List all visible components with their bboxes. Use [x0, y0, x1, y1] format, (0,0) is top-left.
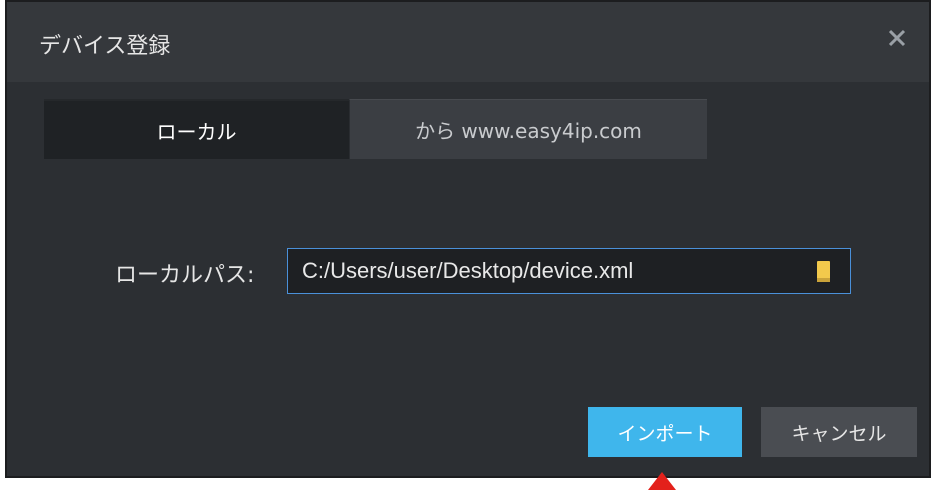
local-path-input[interactable]: C:/Users/user/Desktop/device.xml: [287, 248, 851, 294]
close-icon[interactable]: [879, 20, 915, 56]
local-path-label: ローカルパス:: [115, 263, 255, 288]
tab-local-label: ローカル: [156, 119, 237, 144]
source-tabs: ローカル から www.easy4ip.com: [44, 99, 707, 159]
folder-icon[interactable]: [816, 260, 832, 284]
device-registration-dialog: デバイス登録 ローカル から www.easy4ip.com ローカルパス: C…: [5, 0, 931, 478]
tab-easy4ip[interactable]: から www.easy4ip.com: [349, 99, 707, 159]
dialog-title: デバイス登録: [39, 34, 171, 59]
import-button[interactable]: インポート: [588, 407, 742, 457]
tab-easy4ip-label: から www.easy4ip.com: [415, 119, 642, 143]
folder-icon: [817, 261, 830, 282]
tab-local[interactable]: ローカル: [44, 99, 349, 159]
import-button-label: インポート: [617, 422, 713, 445]
local-path-value: C:/Users/user/Desktop/device.xml: [302, 258, 634, 283]
title-bar: デバイス登録: [7, 2, 929, 82]
cancel-button[interactable]: キャンセル: [761, 407, 917, 457]
close-icon: [888, 29, 906, 47]
cancel-button-label: キャンセル: [791, 422, 887, 445]
